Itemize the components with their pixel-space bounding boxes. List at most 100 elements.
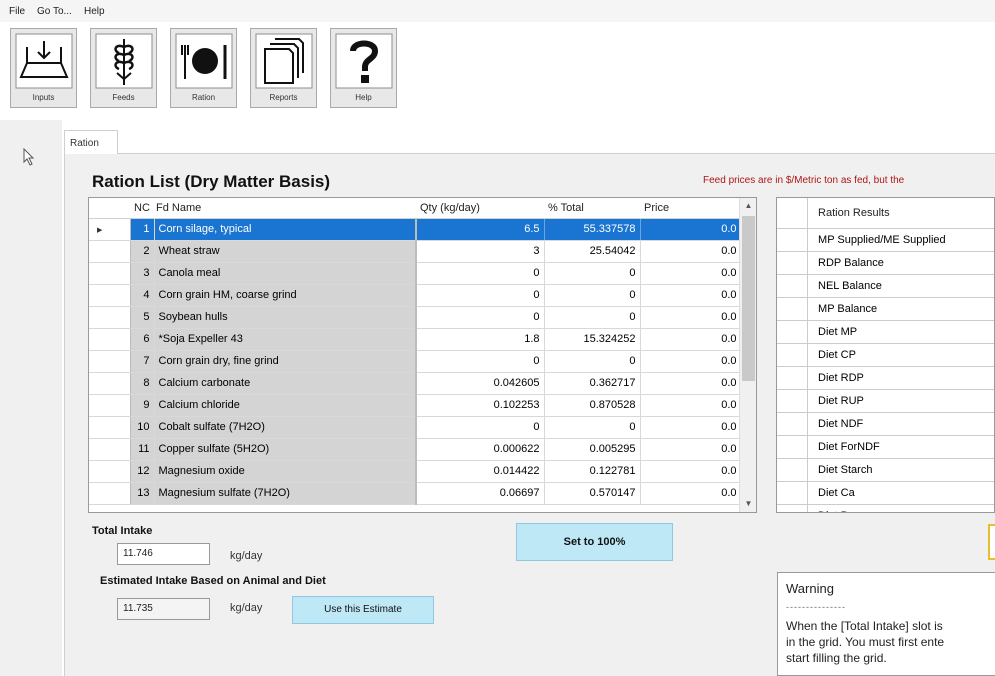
- row-pct[interactable]: 0: [544, 262, 641, 285]
- ration-row[interactable]: 8 Calcium carbonate 0.042605 0.362717 0.0: [89, 372, 742, 395]
- row-nc[interactable]: 2: [130, 240, 155, 263]
- row-feed-name[interactable]: Soybean hulls: [154, 306, 417, 329]
- results-row-selector[interactable]: [777, 435, 809, 459]
- row-selector[interactable]: [89, 240, 131, 263]
- row-pct[interactable]: 0: [544, 306, 641, 329]
- row-nc[interactable]: 9: [130, 394, 155, 417]
- ration-row[interactable]: 10 Cobalt sulfate (7H2O) 0 0 0.0: [89, 416, 742, 439]
- row-selector[interactable]: [89, 482, 131, 505]
- results-row[interactable]: MP Balance: [777, 297, 994, 321]
- scroll-down-icon[interactable]: ▼: [740, 496, 757, 512]
- use-estimate-button[interactable]: Use this Estimate: [292, 596, 434, 624]
- row-qty[interactable]: 0: [416, 306, 545, 329]
- row-price[interactable]: 0.0: [640, 482, 742, 505]
- results-row-selector[interactable]: [777, 251, 809, 275]
- row-pct[interactable]: 0: [544, 416, 641, 439]
- results-row-selector[interactable]: [777, 458, 809, 482]
- row-feed-name[interactable]: Magnesium sulfate (7H2O): [154, 482, 417, 505]
- ration-row[interactable]: 4 Corn grain HM, coarse grind 0 0 0.0: [89, 284, 742, 307]
- row-price[interactable]: 0.0: [640, 284, 742, 307]
- row-nc[interactable]: 8: [130, 372, 155, 395]
- results-row[interactable]: Diet MP: [777, 320, 994, 344]
- row-feed-name[interactable]: Cobalt sulfate (7H2O): [154, 416, 417, 439]
- row-qty[interactable]: 6.5: [416, 218, 545, 241]
- row-selector[interactable]: [89, 306, 131, 329]
- col-header-pct[interactable]: % Total: [544, 198, 640, 219]
- results-row[interactable]: RDP Balance: [777, 251, 994, 275]
- menu-goto[interactable]: Go To...: [37, 6, 72, 17]
- set-to-100-button[interactable]: Set to 100%: [516, 523, 673, 561]
- row-pct[interactable]: 0.870528: [544, 394, 641, 417]
- row-selector[interactable]: [89, 460, 131, 483]
- results-row-selector[interactable]: [777, 481, 809, 505]
- ration-grid[interactable]: NC Fd Name Qty (kg/day) % Total Price ▶ 1…: [88, 197, 757, 513]
- row-price[interactable]: 0.0: [640, 438, 742, 461]
- row-feed-name[interactable]: Calcium chloride: [154, 394, 417, 417]
- row-qty[interactable]: 0.014422: [416, 460, 545, 483]
- row-pct[interactable]: 15.324252: [544, 328, 641, 351]
- row-price[interactable]: 0.0: [640, 350, 742, 373]
- row-pct[interactable]: 0: [544, 350, 641, 373]
- tab-ration[interactable]: Ration: [64, 130, 118, 154]
- row-feed-name[interactable]: *Soja Expeller 43: [154, 328, 417, 351]
- feeds-button[interactable]: Feeds: [90, 28, 157, 108]
- row-selector[interactable]: [89, 350, 131, 373]
- row-qty[interactable]: 0: [416, 262, 545, 285]
- row-price[interactable]: 0.0: [640, 306, 742, 329]
- menu-file[interactable]: File: [9, 6, 25, 17]
- row-qty[interactable]: 0.000622: [416, 438, 545, 461]
- row-selector[interactable]: ▶: [89, 218, 131, 241]
- row-price[interactable]: 0.0: [640, 372, 742, 395]
- inputs-button[interactable]: Inputs: [10, 28, 77, 108]
- results-row[interactable]: NEL Balance: [777, 274, 994, 298]
- ration-row[interactable]: 3 Canola meal 0 0 0.0: [89, 262, 742, 285]
- results-row[interactable]: Diet NDF: [777, 412, 994, 436]
- results-row-selector[interactable]: [777, 228, 809, 252]
- results-row[interactable]: Diet P: [777, 504, 994, 512]
- ration-button[interactable]: Ration: [170, 28, 237, 108]
- row-qty[interactable]: 0: [416, 350, 545, 373]
- row-selector[interactable]: [89, 438, 131, 461]
- row-nc[interactable]: 11: [130, 438, 155, 461]
- row-pct[interactable]: 0.005295: [544, 438, 641, 461]
- results-row-selector[interactable]: [777, 297, 809, 321]
- ration-row[interactable]: 2 Wheat straw 3 25.54042 0.0: [89, 240, 742, 263]
- row-price[interactable]: 0.0: [640, 240, 742, 263]
- row-feed-name[interactable]: Copper sulfate (5H2O): [154, 438, 417, 461]
- row-qty[interactable]: 1.8: [416, 328, 545, 351]
- row-qty[interactable]: 0: [416, 284, 545, 307]
- ration-results-grid[interactable]: Ration Results MP Supplied/ME Supplied RD…: [776, 197, 995, 513]
- ration-row[interactable]: 11 Copper sulfate (5H2O) 0.000622 0.005295 0…: [89, 438, 742, 461]
- row-price[interactable]: 0.0: [640, 328, 742, 351]
- menu-help[interactable]: Help: [84, 6, 105, 17]
- row-feed-name[interactable]: Calcium carbonate: [154, 372, 417, 395]
- ration-row[interactable]: 7 Corn grain dry, fine grind 0 0 0.0: [89, 350, 742, 373]
- ration-row[interactable]: 13 Magnesium sulfate (7H2O) 0.06697 0.57014…: [89, 482, 742, 505]
- row-pct[interactable]: 0.122781: [544, 460, 641, 483]
- ration-row[interactable]: ▶ 1 Corn silage, typical 6.5 55.337578 0.0: [89, 218, 742, 241]
- row-pct[interactable]: 0.570147: [544, 482, 641, 505]
- partial-button-edge[interactable]: [988, 524, 995, 560]
- row-selector[interactable]: [89, 416, 131, 439]
- row-pct[interactable]: 25.54042: [544, 240, 641, 263]
- reports-button[interactable]: Reports: [250, 28, 317, 108]
- row-price[interactable]: 0.0: [640, 262, 742, 285]
- row-nc[interactable]: 5: [130, 306, 155, 329]
- row-qty[interactable]: 0: [416, 416, 545, 439]
- row-selector[interactable]: [89, 328, 131, 351]
- row-feed-name[interactable]: Canola meal: [154, 262, 417, 285]
- row-selector[interactable]: [89, 284, 131, 307]
- row-pct[interactable]: 0.362717: [544, 372, 641, 395]
- row-selector[interactable]: [89, 394, 131, 417]
- row-pct[interactable]: 0: [544, 284, 641, 307]
- row-nc[interactable]: 13: [130, 482, 155, 505]
- row-feed-name[interactable]: Corn grain HM, coarse grind: [154, 284, 417, 307]
- scroll-thumb[interactable]: [742, 216, 755, 381]
- row-feed-name[interactable]: Corn silage, typical: [154, 218, 417, 241]
- row-qty[interactable]: 0.042605: [416, 372, 545, 395]
- ration-row[interactable]: 5 Soybean hulls 0 0 0.0: [89, 306, 742, 329]
- results-header[interactable]: Ration Results: [807, 198, 994, 229]
- row-nc[interactable]: 1: [130, 218, 155, 241]
- results-row[interactable]: MP Supplied/ME Supplied: [777, 228, 994, 252]
- ration-row[interactable]: 12 Magnesium oxide 0.014422 0.122781 0.0: [89, 460, 742, 483]
